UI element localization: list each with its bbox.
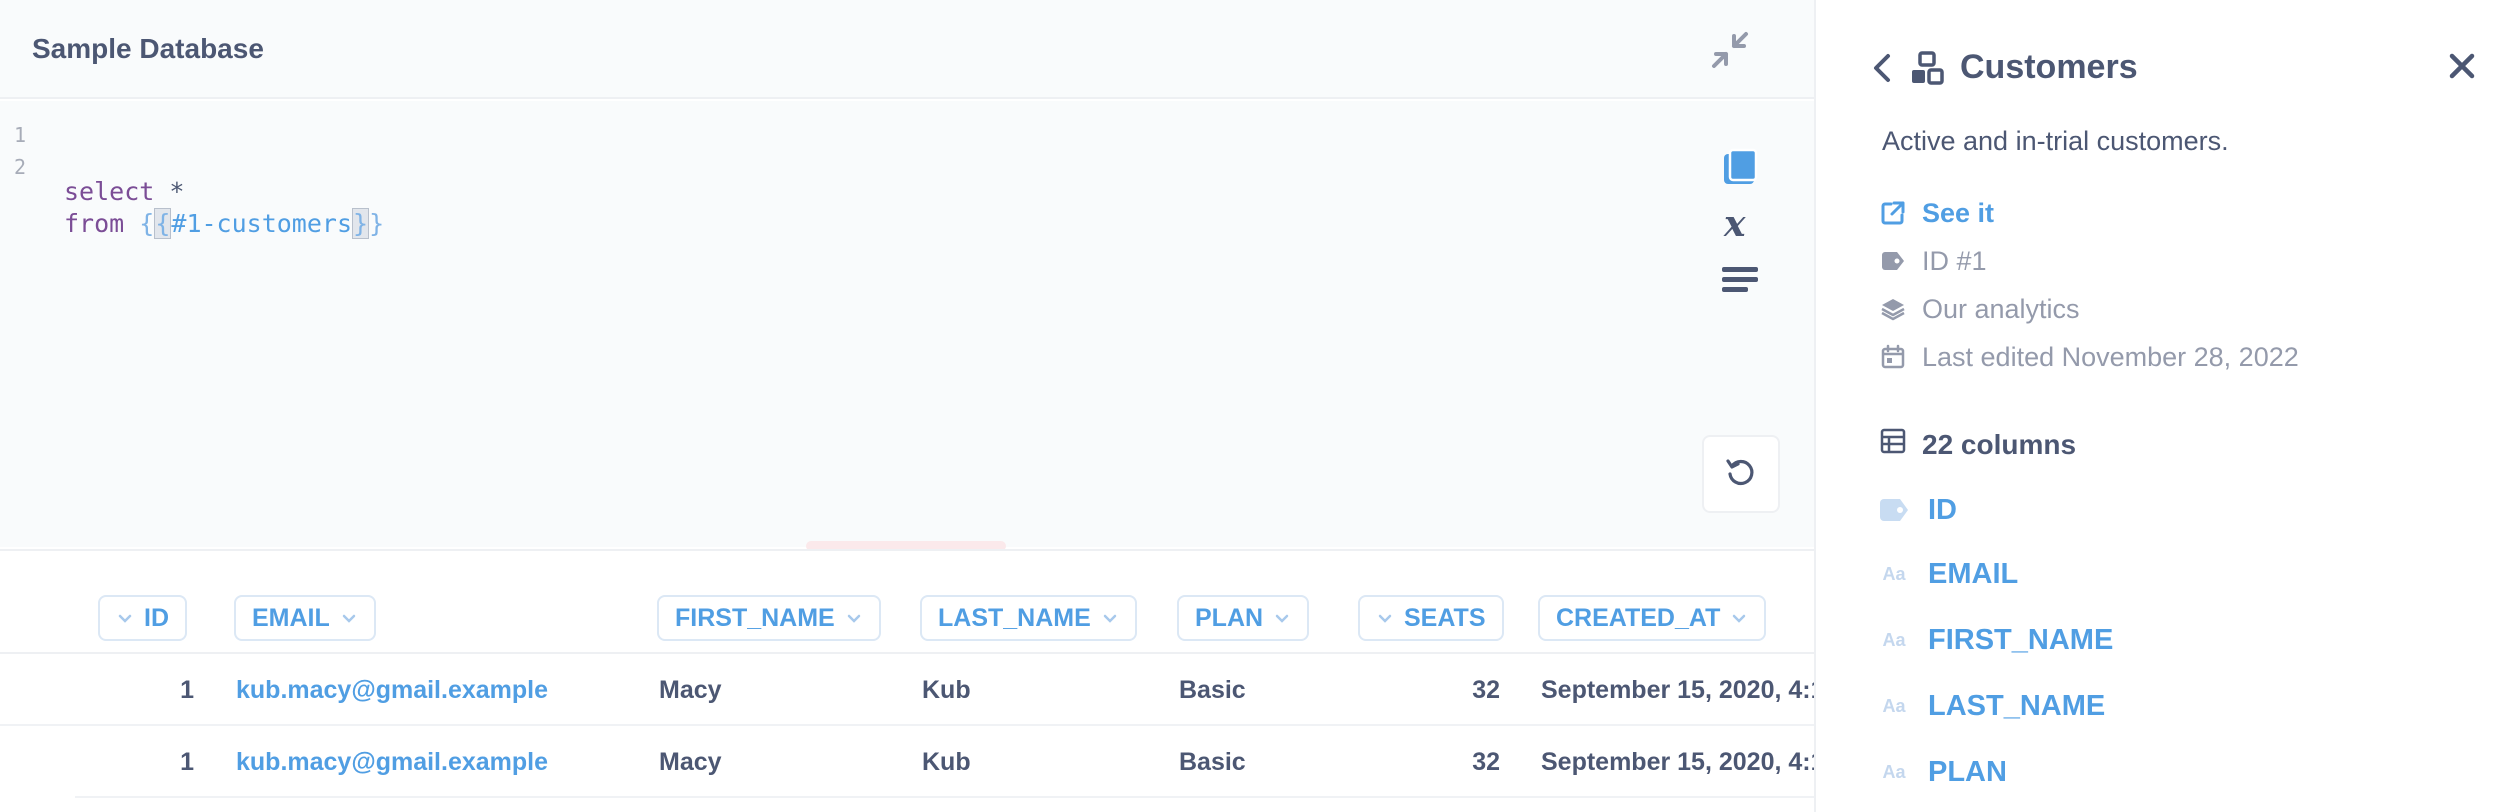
table-row: 1 kub.macy@gmail.example Macy Kub Basic … [0,726,1814,798]
column-header-plan[interactable]: PLAN [1177,595,1310,641]
field-item[interactable]: Aa PLAN [1878,752,2007,792]
cell-seats: 32 [1472,748,1500,776]
row-divider [75,796,1814,798]
collection-label: Our analytics [1922,293,2080,324]
column-label: LAST_NAME [938,603,1091,632]
model-id: ID #1 [1880,243,1987,279]
sql-editor[interactable]: 1 select * 2 from {{#1-customers}} [0,101,1814,547]
chevron-down-icon [1275,614,1289,623]
field-item[interactable]: Aa FIRST_NAME [1878,620,2113,660]
database-name[interactable]: Sample Database [32,33,264,65]
chevron-down-icon [847,614,860,623]
close-icon[interactable] [2446,50,2478,82]
line-number: 1 [14,123,27,147]
column-label: CREATED_AT [1556,603,1721,632]
field-name: EMAIL [1928,557,2019,590]
model-last-edited: Last edited November 28, 2022 [1880,339,2299,375]
panel-title: Customers [1960,48,2138,86]
cell-plan: Basic [1179,676,1246,704]
field-name: PLAN [1928,755,2007,788]
model-icon [1910,50,1944,86]
text-type-icon: Aa [1882,629,1906,650]
tag-icon [1880,248,1906,274]
code-line[interactable]: 2 from {{#1-customers}} [0,151,384,239]
text-type-icon: Aa [1882,695,1906,716]
column-header-last-name[interactable]: LAST_NAME [920,595,1137,641]
svg-text:x: x [1723,204,1746,244]
cell-last-name: Kub [922,676,971,704]
chevron-down-icon [1378,614,1392,623]
collapse-editor-icon[interactable] [1706,28,1754,72]
cell-created-at: September 15, 2020, 4:1 [1541,748,1814,776]
id-tag-icon [1878,496,1910,524]
see-it-label: See it [1922,197,1995,228]
sql-keyword: from [64,209,125,238]
cell-first-name: Macy [659,676,722,704]
model-detail-sidebar: Customers Active and in-trial customers.… [1814,0,2516,812]
table-header-row: ID EMAIL FIRST_NAME LAST_NAME PLAN SEATS [0,551,1814,654]
cell-plan: Basic [1179,748,1246,776]
chevron-down-icon [1103,614,1117,623]
column-label: PLAN [1195,603,1264,632]
column-label: FIRST_NAME [675,603,835,632]
columns-count: 22 columns [1922,428,2077,460]
column-header-email[interactable]: EMAIL [234,595,376,641]
variables-icon[interactable]: x [1700,196,1780,252]
snippets-icon[interactable] [1700,252,1780,308]
field-item[interactable]: ID [1878,490,1957,530]
column-label: SEATS [1404,603,1486,632]
line-number: 2 [14,155,27,179]
see-it-link[interactable]: See it [1880,195,1994,231]
results-table: ID EMAIL FIRST_NAME LAST_NAME PLAN SEATS [0,549,1814,812]
cell-email[interactable]: kub.macy@gmail.example [236,676,548,705]
column-header-created-at[interactable]: CREATED_AT [1538,595,1767,641]
field-item[interactable]: Aa LAST_NAME [1878,686,2105,726]
chevron-down-icon [1733,614,1746,623]
tag-brace: } [369,209,385,238]
column-header-id[interactable]: ID [98,595,187,641]
editor-header: Sample Database [0,0,1814,99]
text-type-icon: Aa [1882,761,1906,782]
snippet-tag[interactable]: #1-customers [171,209,352,238]
id-label: ID #1 [1922,245,1987,276]
run-query-button[interactable] [1702,435,1780,513]
field-item[interactable]: Aa EMAIL [1878,554,2018,594]
column-header-first-name[interactable]: FIRST_NAME [657,595,881,641]
cell-seats: 32 [1472,676,1500,704]
columns-header: 22 columns [1880,428,2076,461]
back-chevron-icon[interactable] [1868,50,1896,86]
chevron-down-icon [118,614,132,623]
cell-first-name: Macy [659,748,722,776]
column-label: ID [144,603,169,632]
last-edited-label: Last edited November 28, 2022 [1922,341,2299,372]
external-link-icon [1880,200,1906,226]
data-reference-icon[interactable] [1700,140,1780,196]
native-query-editor: Sample Database 1 select * 2 from {{#1-c… [0,0,1814,812]
cell-id: 1 [180,748,194,776]
tag-brace-highlight: { [154,208,172,239]
text-type-icon: Aa [1882,563,1906,584]
table-row: 1 kub.macy@gmail.example Macy Kub Basic … [0,654,1814,726]
calendar-icon [1880,344,1906,370]
tag-brace-highlight: } [352,208,370,239]
sql-text: * [154,177,185,206]
cell-email[interactable]: kub.macy@gmail.example [236,748,548,777]
collection-stack-icon [1880,296,1906,322]
table-icon [1880,428,1906,461]
cell-last-name: Kub [922,748,971,776]
code-line[interactable]: 1 select * [0,119,184,206]
tag-brace: { [124,209,155,238]
model-description: Active and in-trial customers. [1882,126,2229,156]
cell-created-at: September 15, 2020, 4:1 [1541,676,1814,704]
field-name: LAST_NAME [1928,689,2106,722]
model-collection[interactable]: Our analytics [1880,291,2080,327]
column-label: EMAIL [252,603,330,632]
cell-id: 1 [180,676,194,704]
refresh-icon [1724,455,1758,494]
field-name: FIRST_NAME [1928,623,2114,656]
column-header-seats[interactable]: SEATS [1358,595,1504,641]
chevron-down-icon [342,614,356,623]
field-name: ID [1928,493,1957,526]
